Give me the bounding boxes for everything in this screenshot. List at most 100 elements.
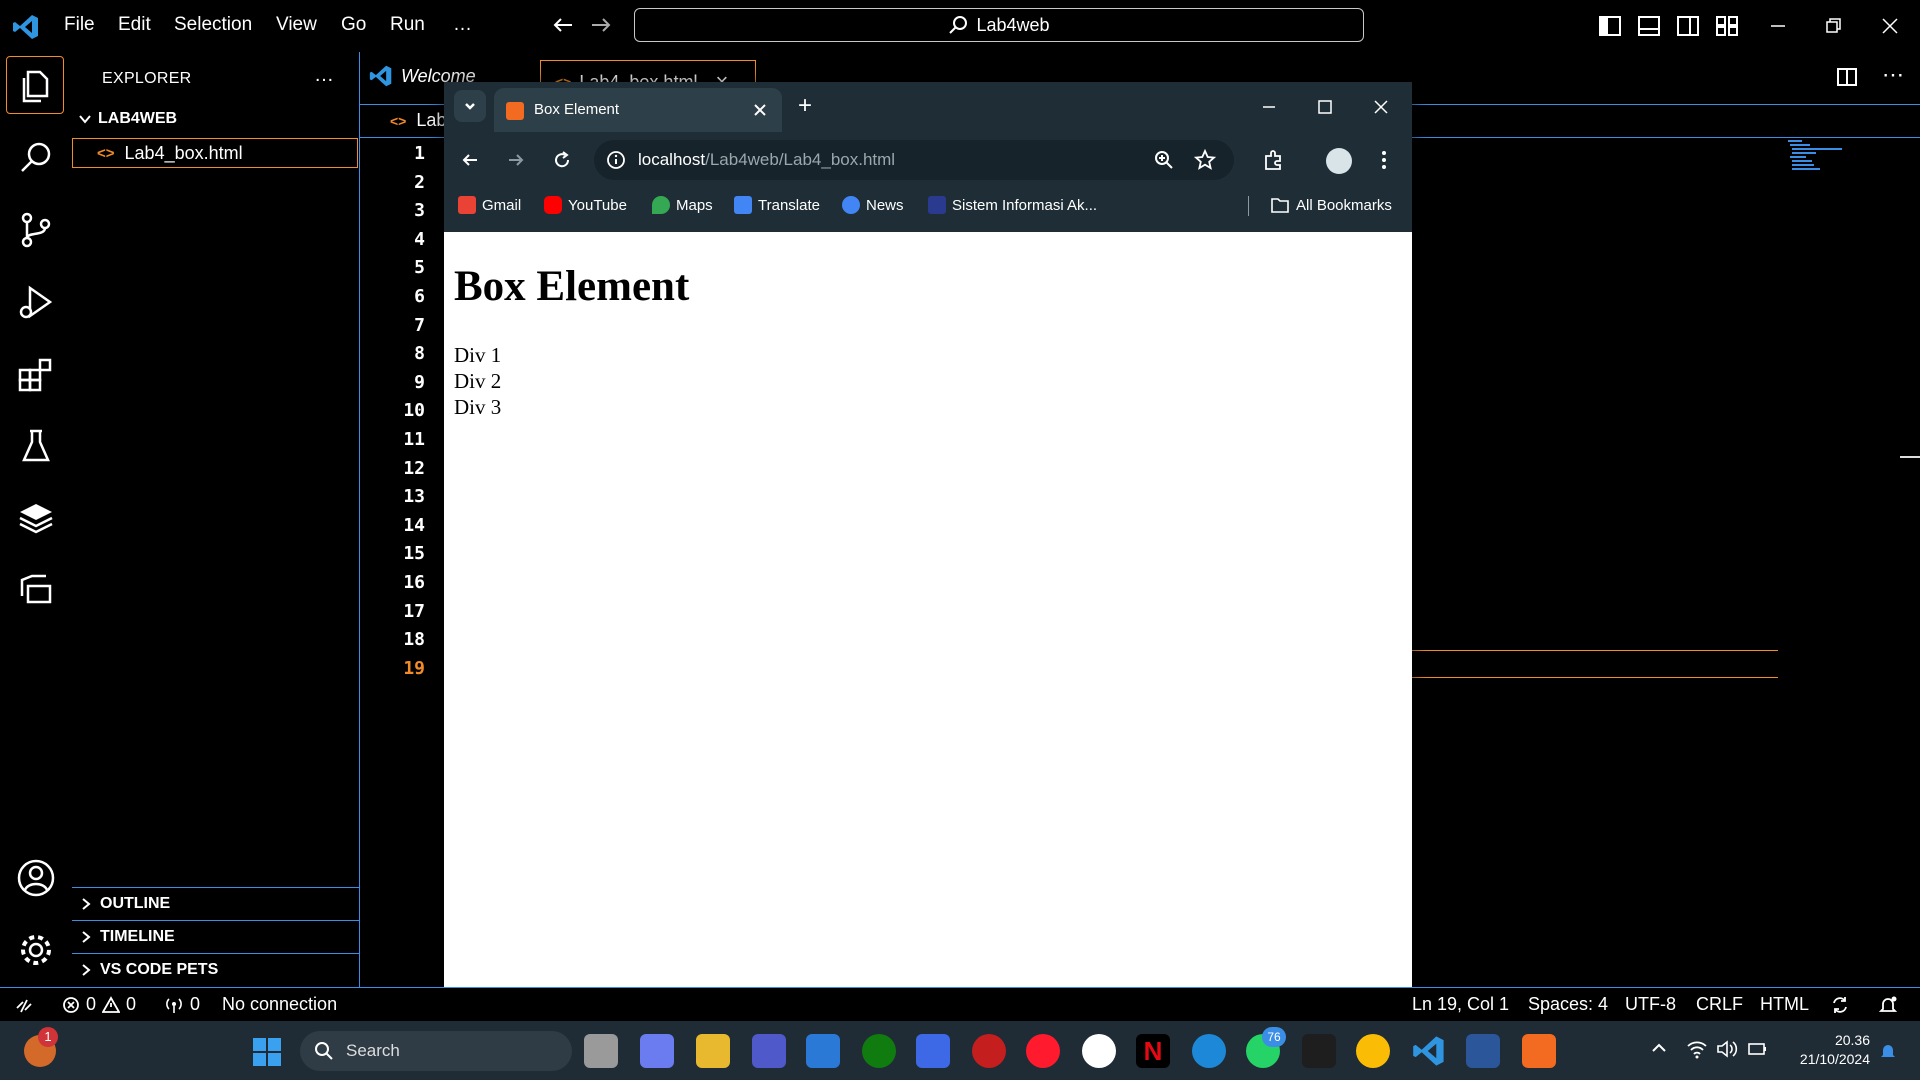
netflix-icon[interactable]: N	[1136, 1034, 1170, 1068]
tab-search-button[interactable]	[454, 90, 486, 122]
microsoft-store-icon[interactable]	[806, 1034, 840, 1068]
reload-icon[interactable]	[552, 150, 572, 170]
folder-lab4web[interactable]: LAB4WEB	[78, 110, 177, 128]
site-info-icon[interactable]	[606, 150, 626, 170]
menu-more[interactable]: …	[453, 14, 472, 36]
clock[interactable]: 20.36 21/10/2024	[1780, 1031, 1870, 1069]
browser-maximize-icon[interactable]	[1316, 98, 1334, 116]
extensions-icon[interactable]	[16, 354, 56, 394]
toggle-panel-icon[interactable]	[1637, 14, 1661, 38]
minimap[interactable]	[1786, 138, 1856, 174]
file-explorer-icon[interactable]	[696, 1034, 730, 1068]
language-mode[interactable]: HTML	[1760, 994, 1809, 1015]
run-debug-icon[interactable]	[16, 282, 56, 322]
copilot-icon[interactable]	[640, 1034, 674, 1068]
toggle-secondary-sidebar-icon[interactable]	[1676, 14, 1700, 38]
menu-go[interactable]: Go	[341, 14, 366, 36]
menu-run[interactable]: Run	[390, 14, 425, 36]
address-bar[interactable]: localhost/Lab4web/Lab4_box.html	[594, 140, 1234, 180]
chevron-up-icon[interactable]	[1650, 1041, 1668, 1055]
browser-minimize-icon[interactable]	[1260, 98, 1278, 116]
problems-indicator[interactable]: 0 0	[62, 994, 136, 1015]
menu-selection[interactable]: Selection	[174, 14, 252, 36]
vscode-taskbar-icon[interactable]	[1412, 1034, 1446, 1068]
command-center[interactable]: Lab4web	[634, 8, 1364, 42]
opera-icon[interactable]	[1026, 1034, 1060, 1068]
current-line-highlight-bottom	[1412, 677, 1778, 678]
forward-icon[interactable]	[506, 150, 526, 170]
whatsapp-web-icon[interactable]	[1082, 1034, 1116, 1068]
bookmark-translate[interactable]: Translate	[734, 196, 820, 214]
sync-settings-icon[interactable]	[1830, 995, 1850, 1015]
menu-view[interactable]: View	[276, 14, 317, 36]
restore-icon[interactable]	[1821, 14, 1845, 38]
app-icon[interactable]	[916, 1034, 950, 1068]
windows-start-icon[interactable]	[252, 1037, 282, 1067]
settings-gear-icon[interactable]	[16, 930, 56, 970]
teams-icon[interactable]	[752, 1034, 786, 1068]
outline-section[interactable]: OUTLINE	[72, 887, 359, 920]
taskbar-search[interactable]: Search	[300, 1031, 572, 1071]
account-icon[interactable]	[16, 858, 56, 898]
all-bookmarks-button[interactable]: All Bookmarks	[1270, 196, 1392, 214]
connection-status[interactable]: No connection	[222, 994, 337, 1015]
testing-icon[interactable]	[16, 426, 56, 466]
toggle-primary-sidebar-icon[interactable]	[1598, 14, 1622, 38]
notification-center-bell-icon[interactable]	[1878, 1041, 1898, 1061]
indentation[interactable]: Spaces: 4	[1528, 994, 1608, 1015]
source-control-icon[interactable]	[16, 210, 56, 250]
notifications-bell-icon[interactable]	[1878, 995, 1898, 1015]
vscode-pets-section[interactable]: VS CODE PETS	[72, 953, 359, 986]
figma-icon[interactable]	[1302, 1034, 1336, 1068]
edge-icon[interactable]	[1192, 1034, 1226, 1068]
wifi-icon[interactable]	[1686, 1039, 1708, 1059]
browser-close-icon[interactable]	[1372, 98, 1390, 116]
layers-icon[interactable]	[16, 498, 56, 538]
profile-avatar[interactable]	[1326, 148, 1352, 174]
word-icon[interactable]	[1466, 1034, 1500, 1068]
remote-explorer-icon[interactable]	[16, 570, 56, 610]
remote-indicator-icon[interactable]	[14, 996, 34, 1016]
new-tab-button[interactable]: +	[798, 92, 812, 120]
split-editor-icon[interactable]	[1836, 66, 1858, 88]
file-item-lab4-box[interactable]: <> Lab4_box.html	[72, 138, 358, 168]
bookmark-news[interactable]: News	[842, 196, 904, 214]
end-of-line[interactable]: CRLF	[1696, 994, 1743, 1015]
battery-icon[interactable]	[1746, 1039, 1768, 1059]
encoding[interactable]: UTF-8	[1625, 994, 1676, 1015]
breadcrumb[interactable]: <> Lab	[390, 110, 446, 131]
scrollbar-position[interactable]	[1900, 456, 1920, 458]
ports-indicator[interactable]: 0	[164, 994, 200, 1015]
bookmark-gmail[interactable]: Gmail	[458, 196, 521, 214]
bookmark-sistem-informasi[interactable]: Sistem Informasi Ak...	[928, 196, 1097, 214]
bookmark-star-icon[interactable]	[1194, 149, 1216, 171]
forward-arrow-icon[interactable]	[590, 14, 612, 36]
search-icon[interactable]	[16, 138, 56, 178]
explorer-icon[interactable]	[16, 66, 56, 106]
editor-more-button[interactable]: ⋯	[1882, 62, 1904, 88]
timeline-section[interactable]: TIMELINE	[72, 920, 359, 953]
volume-icon[interactable]	[1716, 1039, 1738, 1059]
customize-layout-icon[interactable]	[1715, 14, 1739, 38]
menu-file[interactable]: File	[64, 14, 95, 36]
chrome-icon[interactable]	[1356, 1034, 1390, 1068]
browser-tab-box-element[interactable]: Box Element	[494, 88, 782, 132]
back-icon[interactable]	[460, 150, 480, 170]
menu-edit[interactable]: Edit	[118, 14, 151, 36]
explorer-more-button[interactable]: …	[314, 64, 334, 87]
xampp-icon[interactable]	[1522, 1034, 1556, 1068]
extensions-puzzle-icon[interactable]	[1262, 149, 1284, 171]
xbox-icon[interactable]	[862, 1034, 896, 1068]
cursor-position[interactable]: Ln 19, Col 1	[1412, 994, 1509, 1015]
back-arrow-icon[interactable]	[552, 14, 574, 36]
zoom-icon[interactable]	[1154, 150, 1174, 170]
app-icon[interactable]	[972, 1034, 1006, 1068]
task-view-icon[interactable]	[584, 1034, 618, 1068]
chrome-menu-icon[interactable]	[1380, 149, 1388, 171]
minimize-icon[interactable]	[1766, 14, 1790, 38]
bookmark-youtube[interactable]: YouTube	[544, 196, 627, 214]
bookmark-maps[interactable]: Maps	[652, 196, 713, 214]
youtube-icon	[544, 196, 562, 214]
close-icon[interactable]	[1878, 14, 1902, 38]
tab-close-icon[interactable]	[752, 102, 768, 118]
